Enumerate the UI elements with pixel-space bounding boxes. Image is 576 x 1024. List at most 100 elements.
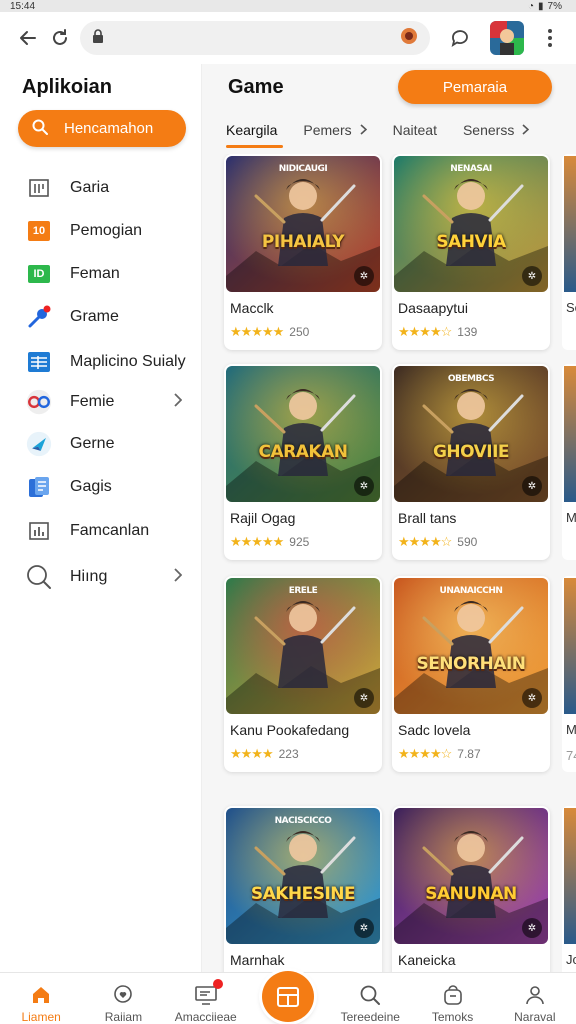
- tab-label: Senerss: [462, 122, 515, 138]
- more-menu-icon[interactable]: [534, 22, 566, 54]
- game-card[interactable]: NACISCICCO SAKHESINE ✲ Marnhak: [224, 806, 382, 972]
- category-tabs: Keargila Pemers Naiteat Senerss: [226, 118, 576, 148]
- sidebar-item[interactable]: Gerne: [0, 424, 200, 464]
- status-bar: 15:44 ◔ ▮ 7%: [0, 0, 576, 12]
- expand-icon[interactable]: ✲: [354, 918, 374, 938]
- tab-item[interactable]: Keargila: [226, 118, 284, 148]
- game-thumbnail[interactable]: UNANAICCHN SENORHAIN ✲: [394, 578, 548, 714]
- game-art-subtitle: NENASAI: [450, 164, 492, 174]
- docs-icon: [26, 474, 52, 500]
- apps-icon[interactable]: [261, 971, 314, 1022]
- reload-icon[interactable]: [44, 22, 76, 54]
- bottom-nav-item[interactable]: [247, 971, 329, 1024]
- bottom-nav-item[interactable]: Temoks: [411, 973, 493, 1024]
- chat-bubble-icon[interactable]: [444, 22, 476, 54]
- peek-card[interactable]: Sc: [562, 154, 576, 350]
- sidebar-item[interactable]: ID Feman: [0, 254, 200, 294]
- chevron-right-icon: [360, 122, 367, 138]
- star-rating-icon: ★★★★☆: [398, 324, 452, 339]
- expand-icon[interactable]: ✲: [354, 476, 374, 496]
- peek-card[interactable]: 74: [562, 576, 576, 772]
- sidebar-item[interactable]: Gagis: [0, 467, 200, 507]
- sidebar-item[interactable]: 10 Pemogian: [0, 211, 200, 251]
- address-bar[interactable]: [80, 21, 430, 55]
- sidebar-item[interactable]: Maplicino Suialy: [0, 342, 200, 382]
- game-card[interactable]: ERELE ✲ Kanu Pookafedang ★★★★ 223: [224, 576, 382, 772]
- sidebar-item-label: Gagis: [70, 478, 112, 495]
- star-rating-icon: ★★★★★: [230, 324, 284, 339]
- tab-item[interactable]: Naiteat: [393, 118, 437, 148]
- bottom-nav-item[interactable]: Amacciieae: [165, 973, 247, 1024]
- sidebar-item[interactable]: Grame: [0, 297, 200, 337]
- sidebar-item[interactable]: Hiıng: [0, 557, 200, 597]
- game-thumbnail[interactable]: NACISCICCO SAKHESINE ✲: [226, 808, 380, 944]
- expand-icon[interactable]: ✲: [354, 688, 374, 708]
- bottom-nav-label: Amacciieae: [174, 1010, 237, 1024]
- bottom-nav-item[interactable]: Liamen: [0, 973, 82, 1024]
- chevron-right-icon: [522, 122, 530, 138]
- game-card[interactable]: NIDICAUGI PIHAIALY ✲ Macclk ★★★★★ 250: [224, 154, 382, 350]
- peek-card[interactable]: M: [562, 364, 576, 560]
- game-thumbnail[interactable]: OBEMBCS GHOVIIE ✲: [394, 366, 548, 502]
- expand-icon[interactable]: ✲: [522, 918, 542, 938]
- site-favicon-icon[interactable]: [400, 27, 418, 50]
- search-circle-icon: [26, 564, 52, 590]
- bottom-nav-label: Naraval: [514, 1010, 556, 1024]
- game-thumbnail[interactable]: SANUNAN ✲: [394, 808, 548, 944]
- chevron-right-icon: [174, 567, 183, 587]
- primary-action-button[interactable]: Pemaraia: [398, 70, 552, 104]
- peek-label: Sc: [566, 300, 576, 315]
- sidebar-item-label: Maplicino Suialy: [70, 353, 186, 370]
- heart-chat-icon: [112, 982, 134, 1008]
- game-card[interactable]: SANUNAN ✲ Kaneicka: [392, 806, 550, 972]
- bottom-navigation: Liamen Raiiam Amacciieae Tereedeine Temoks Na…: [0, 971, 576, 1024]
- sidebar-item-label: Famcanlan: [70, 522, 150, 539]
- game-thumbnail[interactable]: NIDICAUGI PIHAIALY ✲: [226, 156, 380, 292]
- game-art-title: SANUNAN: [425, 884, 517, 904]
- sidebar-item[interactable]: Garia: [0, 168, 200, 208]
- bottom-nav-item[interactable]: Naraval: [494, 973, 576, 1024]
- expand-icon[interactable]: ✲: [522, 476, 542, 496]
- game-card[interactable]: CARAKAN ✲ Rajil Ogag ★★★★★ 925: [224, 364, 382, 560]
- bottom-nav-item[interactable]: Tereedeine: [329, 973, 411, 1024]
- main-panel: Game Pemaraia Keargila Pemers Naiteat Sener…: [202, 64, 576, 972]
- game-thumbnail[interactable]: CARAKAN ✲: [226, 366, 380, 502]
- tab-label: Keargila: [226, 122, 278, 138]
- game-art-subtitle: ERELE: [288, 586, 318, 596]
- peek-label: M: [566, 510, 576, 525]
- game-art-title: PIHAIALY: [261, 232, 345, 252]
- back-arrow-icon[interactable]: [12, 22, 44, 54]
- game-rating: ★★★★☆ 590: [398, 534, 477, 550]
- game-thumbnail[interactable]: ERELE ✲: [226, 578, 380, 714]
- star-rating-icon: ★★★★: [230, 746, 274, 761]
- search-icon: [32, 119, 48, 139]
- peek-thumbnail: [564, 156, 576, 292]
- game-card[interactable]: OBEMBCS GHOVIIE ✲ Brall tans ★★★★☆ 590: [392, 364, 550, 560]
- browser-toolbar: [0, 12, 576, 64]
- game-art-title: SAKHESINE: [250, 884, 356, 904]
- game-thumbnail[interactable]: NENASAI SAHVIA ✲: [394, 156, 548, 292]
- sidebar-item-label: Feman: [70, 265, 120, 282]
- expand-icon[interactable]: ✲: [354, 266, 374, 286]
- tab-item[interactable]: Pemers: [303, 118, 367, 148]
- notification-badge: [212, 979, 223, 989]
- bottom-nav-item[interactable]: Raiiam: [82, 973, 164, 1024]
- profile-avatar[interactable]: [490, 21, 524, 55]
- peek-thumbnail: [564, 808, 576, 944]
- status-icons: ◔ ▮ 7%: [528, 1, 562, 12]
- game-art-subtitle: NIDICAUGI: [278, 164, 328, 174]
- bottom-nav-label: Raiiam: [104, 1010, 143, 1024]
- sidebar-search-button[interactable]: Hencamahon: [18, 110, 186, 147]
- rating-count: 139: [457, 325, 478, 339]
- peek-card[interactable]: Jo: [562, 806, 576, 972]
- bottom-nav-label: Tereedeine: [340, 1010, 400, 1024]
- sidebar-item[interactable]: Femie: [0, 382, 200, 422]
- sidebar-title: Aplikoian: [22, 76, 113, 98]
- sidebar-item[interactable]: Famcanlan: [0, 511, 200, 551]
- tab-item[interactable]: Senerss: [462, 118, 530, 148]
- status-time: 15:44: [10, 0, 36, 12]
- game-card[interactable]: NENASAI SAHVIA ✲ Dasaapytui ★★★★☆ 139: [392, 154, 550, 350]
- expand-icon[interactable]: ✲: [522, 688, 542, 708]
- expand-icon[interactable]: ✲: [522, 266, 542, 286]
- game-card[interactable]: UNANAICCHN SENORHAIN ✲ Sadc lovela ★★★★☆ 7.87: [392, 576, 550, 772]
